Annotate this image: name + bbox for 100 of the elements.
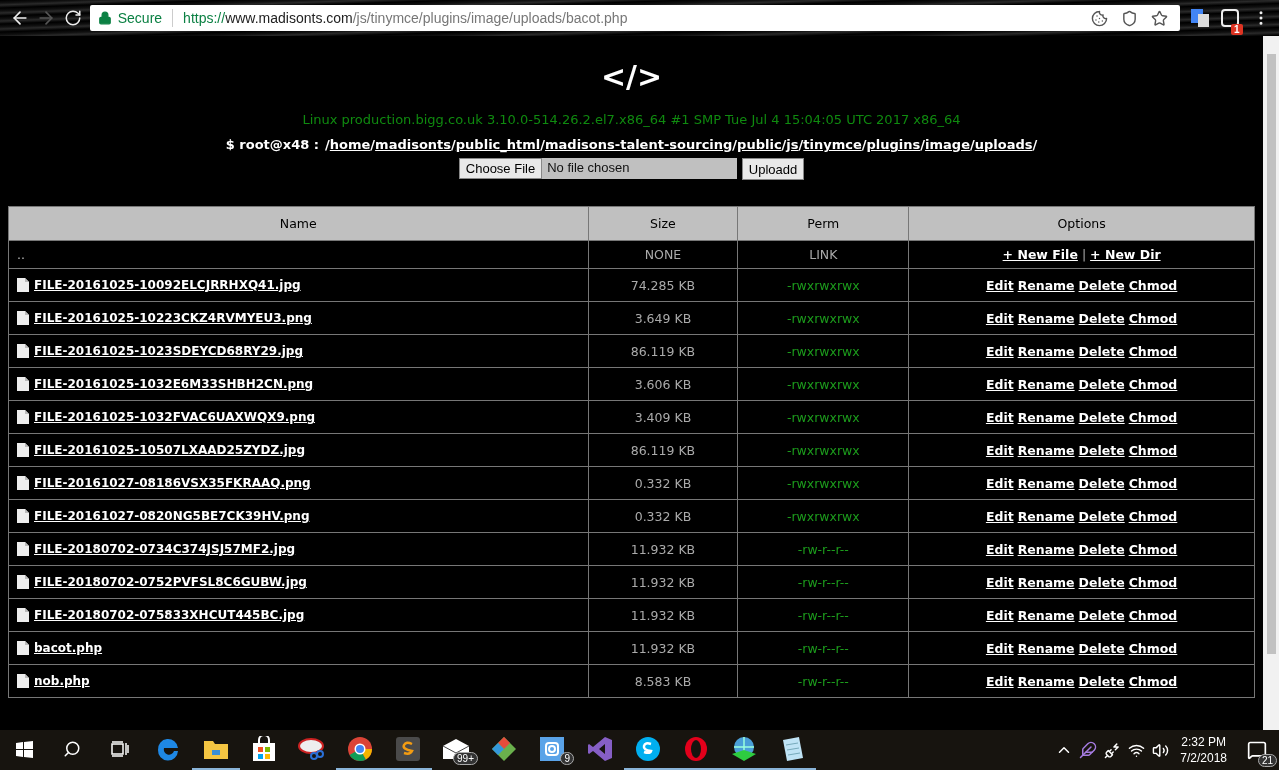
action-link[interactable]: Chmod <box>1128 673 1178 689</box>
logo: </> <box>600 58 663 96</box>
action-link[interactable]: Chmod <box>1128 508 1178 524</box>
action-link[interactable]: Delete <box>1078 673 1125 689</box>
action-link[interactable]: Chmod <box>1128 442 1178 458</box>
action-link[interactable]: Chmod <box>1128 409 1178 425</box>
action-link[interactable]: Delete <box>1078 541 1125 557</box>
action-link[interactable]: Edit <box>985 343 1014 359</box>
action-link[interactable]: Delete <box>1078 442 1125 458</box>
action-link[interactable]: Chmod <box>1128 376 1178 392</box>
clock-time[interactable]: 2:32 PM <box>1181 734 1226 750</box>
action-link[interactable]: Edit <box>985 574 1014 590</box>
choose-file-button[interactable]: Choose File <box>458 158 543 179</box>
action-link[interactable]: Chmod <box>1128 277 1178 293</box>
parent-directory[interactable]: .. <box>17 247 25 262</box>
path-link[interactable]: js <box>786 137 799 152</box>
file-link[interactable]: FILE-20180702-0734C374JSJ57MF2.jpg <box>34 542 296 556</box>
action-link[interactable]: Edit <box>985 409 1014 425</box>
file-link[interactable]: FILE-20161025-10092ELCJRRHXQ41.jpg <box>34 278 301 292</box>
address-bar[interactable]: Secure https://www.madisonts.com/js/tinymce/plugins/image/uploads/bacot.php <box>89 5 1180 31</box>
action-link[interactable]: Edit <box>985 442 1014 458</box>
action-link[interactable]: Rename <box>1017 343 1075 359</box>
upload-button[interactable]: Uploadd <box>741 158 805 180</box>
path-link[interactable]: public <box>737 137 782 152</box>
action-link[interactable]: Delete <box>1078 508 1125 524</box>
clock-date[interactable]: 7/2/2018 <box>1180 750 1227 766</box>
action-link[interactable]: Rename <box>1017 673 1075 689</box>
scrollbar-thumb[interactable] <box>1266 54 1276 654</box>
taskbar-app-button[interactable]: 9 <box>528 730 576 770</box>
perm-text: -rwxrwxrwx <box>786 343 860 359</box>
action-link[interactable]: Chmod <box>1128 541 1178 557</box>
file-link[interactable]: FILE-20161025-1032E6M33SHBH2CN.png <box>34 377 314 391</box>
file-link[interactable]: FILE-20180702-075833XHCUT445BC.jpg <box>34 608 305 622</box>
action-link[interactable]: Rename <box>1017 310 1075 326</box>
action-link[interactable]: Rename <box>1017 574 1075 590</box>
action-link[interactable]: Delete <box>1078 343 1125 359</box>
action-link[interactable]: Delete <box>1078 409 1125 425</box>
action-link[interactable]: Chmod <box>1128 640 1178 656</box>
action-link[interactable]: Chmod <box>1128 574 1178 590</box>
file-link[interactable]: nob.php <box>34 674 90 688</box>
file-link[interactable]: FILE-20161027-0820NG5BE7CK39HV.png <box>34 509 310 523</box>
action-link[interactable]: Chmod <box>1128 310 1178 326</box>
action-link[interactable]: Delete <box>1078 640 1125 656</box>
path-link[interactable]: home <box>329 137 371 152</box>
action-link[interactable]: Edit <box>985 673 1014 689</box>
scrollbar[interactable] <box>1263 36 1279 730</box>
action-link[interactable]: Edit <box>985 376 1014 392</box>
action-link[interactable]: Rename <box>1017 277 1075 293</box>
file-link[interactable]: FILE-20161025-1032FVAC6UAXWQX9.png <box>34 410 315 424</box>
action-link[interactable]: Edit <box>985 640 1014 656</box>
action-link[interactable]: Edit <box>985 508 1014 524</box>
browser-icon <box>155 736 181 762</box>
taskbar-app-button[interactable]: 99+ <box>432 730 480 770</box>
action-link[interactable]: Rename <box>1017 376 1075 392</box>
path-separator: / <box>798 137 804 152</box>
size-text: 86.119 KB <box>630 442 696 458</box>
action-link[interactable]: Edit <box>985 277 1014 293</box>
action-link[interactable]: Rename <box>1017 475 1075 491</box>
path-link[interactable]: image <box>925 137 970 152</box>
file-link[interactable]: FILE-20161027-08186VSX35FKRAAQ.png <box>34 476 311 490</box>
action-link[interactable]: Delete <box>1078 475 1125 491</box>
perm-text: -rw-r--r-- <box>797 640 849 656</box>
action-link[interactable]: Delete <box>1078 376 1125 392</box>
path-link[interactable]: public_html <box>455 137 541 152</box>
action-link[interactable]: Rename <box>1017 541 1075 557</box>
action-link[interactable]: Edit <box>985 541 1014 557</box>
size-text: 0.332 KB <box>634 508 692 524</box>
action-link[interactable]: Delete <box>1078 574 1125 590</box>
action-link[interactable]: Chmod <box>1128 343 1178 359</box>
action-link[interactable]: Edit <box>985 607 1014 623</box>
perm-text: -rwxrwxrwx <box>786 442 860 458</box>
file-link[interactable]: FILE-20161025-10223CKZ4RVMYEU3.png <box>34 311 312 325</box>
action-link[interactable]: Edit <box>985 475 1014 491</box>
path-link[interactable]: uploads <box>974 137 1033 152</box>
action-link[interactable]: Rename <box>1017 442 1075 458</box>
path-link[interactable]: madisons-talent-sourcing <box>545 137 733 152</box>
action-link[interactable]: Chmod <box>1128 607 1178 623</box>
url-text: https://www.madisonts.com/js/tinymce/plugins/image/uploads/bacot.php <box>183 10 629 26</box>
file-link[interactable]: FILE-20161025-10507LXAAD25ZYDZ.jpg <box>34 443 306 457</box>
action-link[interactable]: Chmod <box>1128 475 1178 491</box>
notifications-button[interactable]: 21 <box>1235 730 1279 770</box>
action-link[interactable]: Rename <box>1017 640 1075 656</box>
file-link[interactable]: FILE-20161025-1023SDEYCD68RY29.jpg <box>34 344 303 358</box>
action-link[interactable]: Delete <box>1078 277 1125 293</box>
action-link[interactable]: Edit <box>985 310 1014 326</box>
action-link[interactable]: Delete <box>1078 310 1125 326</box>
size-text: 11.932 KB <box>630 607 696 623</box>
action-link[interactable]: Delete <box>1078 607 1125 623</box>
path-link[interactable]: madisonts <box>375 137 452 152</box>
path-link[interactable]: plugins <box>866 137 921 152</box>
file-link[interactable]: bacot.php <box>34 641 103 655</box>
action-link[interactable]: + New Dir <box>1090 247 1161 262</box>
path-link[interactable]: tinymce <box>803 137 862 152</box>
file-link[interactable]: FILE-20180702-0752PVFSL8C6GUBW.jpg <box>34 575 307 589</box>
action-link[interactable]: Rename <box>1017 607 1075 623</box>
file-input[interactable]: Choose File No file chosen <box>458 158 737 179</box>
action-link[interactable]: Rename <box>1017 508 1075 524</box>
path-separator: / <box>1032 137 1038 152</box>
action-link[interactable]: Rename <box>1017 409 1075 425</box>
action-link[interactable]: + New File <box>1002 247 1078 262</box>
